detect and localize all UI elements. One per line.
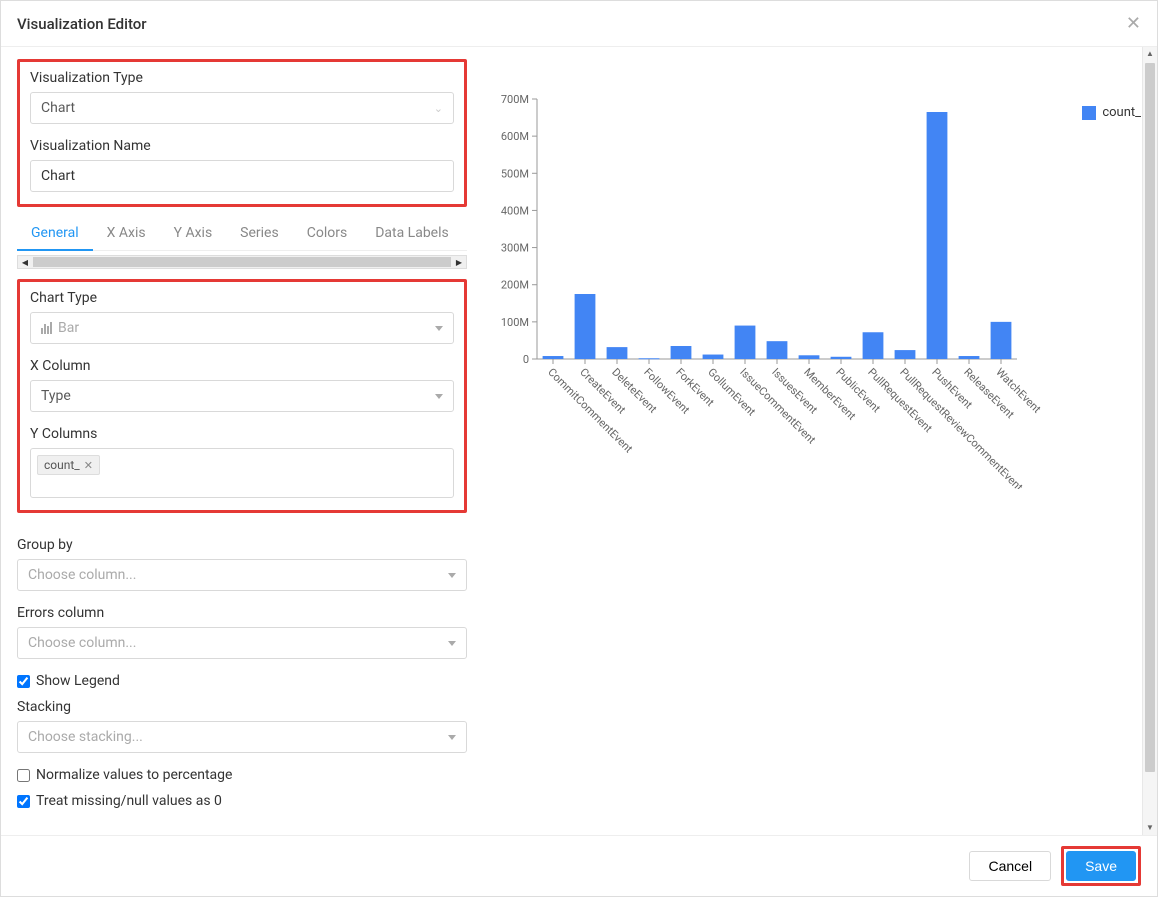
tab-colors[interactable]: Colors xyxy=(293,217,361,250)
group-by-placeholder: Choose column... xyxy=(28,567,136,583)
treat-missing-checkbox[interactable] xyxy=(17,795,30,808)
show-legend-label: Show Legend xyxy=(36,673,120,689)
errors-column-placeholder: Choose column... xyxy=(28,635,136,651)
treat-missing-label: Treat missing/null values as 0 xyxy=(36,793,222,809)
viz-name-value: Chart xyxy=(41,168,75,184)
chevron-down-icon xyxy=(435,394,443,399)
stacking-placeholder: Choose stacking... xyxy=(28,729,143,745)
svg-text:200M: 200M xyxy=(501,279,529,292)
legend-label: count_ xyxy=(1102,105,1141,120)
viz-name-input[interactable]: Chart xyxy=(30,160,454,192)
scroll-thumb[interactable] xyxy=(33,257,451,267)
modal-title: Visualization Editor xyxy=(17,15,147,33)
stacking-select[interactable]: Choose stacking... xyxy=(17,721,467,753)
tab-y-axis[interactable]: Y Axis xyxy=(160,217,227,250)
svg-text:0: 0 xyxy=(523,353,529,366)
svg-text:300M: 300M xyxy=(501,242,529,255)
viz-name-label: Visualization Name xyxy=(30,138,454,154)
tab-x-axis[interactable]: X Axis xyxy=(93,217,160,250)
chart-config-highlight: Chart Type Bar X Column xyxy=(17,279,467,513)
y-column-tag-label: count_ xyxy=(44,458,80,472)
errors-column-select[interactable]: Choose column... xyxy=(17,627,467,659)
chevron-down-icon xyxy=(448,735,456,740)
tag-remove-icon[interactable]: ✕ xyxy=(84,459,93,472)
y-column-tag: count_ ✕ xyxy=(37,455,100,475)
chart-type-label: Chart Type xyxy=(30,290,454,306)
y-columns-field: Y Columns count_ ✕ xyxy=(30,426,454,498)
tabs: General X Axis Y Axis Series Colors Data… xyxy=(17,217,467,251)
bar-chart-icon xyxy=(41,322,52,334)
y-columns-input[interactable]: count_ ✕ xyxy=(30,448,454,498)
viz-name-field: Visualization Name Chart xyxy=(30,138,454,192)
viz-type-field: Visualization Type Chart ⌄ xyxy=(30,70,454,124)
modal-footer: Cancel Save xyxy=(1,835,1157,896)
normalize-checkbox[interactable] xyxy=(17,769,30,782)
viz-type-select[interactable]: Chart ⌄ xyxy=(30,92,454,124)
x-column-value: Type xyxy=(41,388,71,404)
chevron-down-icon: ⌄ xyxy=(434,102,443,115)
close-icon[interactable]: ✕ xyxy=(1126,13,1141,34)
svg-text:600M: 600M xyxy=(501,130,529,143)
left-pane: Visualization Type Chart ⌄ Visualization… xyxy=(17,59,467,815)
svg-text:500M: 500M xyxy=(501,167,529,180)
save-button[interactable]: Save xyxy=(1066,851,1136,881)
tabs-scrollbar[interactable]: ◀ ▶ xyxy=(17,255,467,269)
chart-legend: count_ xyxy=(1074,89,1141,120)
y-columns-label: Y Columns xyxy=(30,426,454,442)
normalize-row: Normalize values to percentage xyxy=(17,767,467,783)
group-by-label: Group by xyxy=(17,537,467,553)
group-by-select[interactable]: Choose column... xyxy=(17,559,467,591)
errors-column-label: Errors column xyxy=(17,605,467,621)
legend-swatch xyxy=(1082,106,1096,120)
x-column-select[interactable]: Type xyxy=(30,380,454,412)
scrollbar-thumb[interactable] xyxy=(1145,63,1155,772)
chart-type-value: Bar xyxy=(58,320,79,336)
chart-type-select[interactable]: Bar xyxy=(30,312,454,344)
show-legend-row: Show Legend xyxy=(17,673,467,689)
visualization-editor-modal: Visualization Editor ✕ Visualization Typ… xyxy=(0,0,1158,897)
cancel-button[interactable]: Cancel xyxy=(969,851,1051,881)
normalize-label: Normalize values to percentage xyxy=(36,767,232,783)
chevron-down-icon xyxy=(448,573,456,578)
svg-text:700M: 700M xyxy=(501,93,529,106)
viz-basics-highlight: Visualization Type Chart ⌄ Visualization… xyxy=(17,59,467,207)
chart-type-field: Chart Type Bar xyxy=(30,290,454,344)
scroll-right-icon[interactable]: ▶ xyxy=(452,256,466,268)
scroll-up-icon[interactable]: ▲ xyxy=(1143,47,1157,61)
modal-body: Visualization Type Chart ⌄ Visualization… xyxy=(1,47,1157,835)
x-column-field: X Column Type xyxy=(30,358,454,412)
svg-text:100M: 100M xyxy=(501,316,529,329)
errors-column-field: Errors column Choose column... xyxy=(17,605,467,659)
scroll-down-icon[interactable]: ▼ xyxy=(1143,821,1157,835)
stacking-label: Stacking xyxy=(17,699,467,715)
viz-type-value: Chart xyxy=(41,100,75,116)
save-highlight: Save xyxy=(1061,846,1141,886)
chart-preview-pane: 0100M200M300M400M500M600M700MCommitComme… xyxy=(487,59,1141,815)
scroll-area: Visualization Type Chart ⌄ Visualization… xyxy=(1,47,1157,835)
chevron-down-icon xyxy=(435,326,443,331)
vertical-scrollbar[interactable]: ▲ ▼ xyxy=(1142,47,1157,835)
treat-missing-row: Treat missing/null values as 0 xyxy=(17,793,467,809)
modal-header: Visualization Editor ✕ xyxy=(1,1,1157,47)
group-by-field: Group by Choose column... xyxy=(17,537,467,591)
tab-data-labels[interactable]: Data Labels xyxy=(361,217,463,250)
chart-wrap: 0100M200M300M400M500M600M700MCommitComme… xyxy=(487,89,1141,489)
tab-series[interactable]: Series xyxy=(226,217,293,250)
tab-general[interactable]: General xyxy=(17,217,93,251)
show-legend-checkbox[interactable] xyxy=(17,675,30,688)
svg-text:400M: 400M xyxy=(501,204,529,217)
scroll-left-icon[interactable]: ◀ xyxy=(18,256,32,268)
stacking-field: Stacking Choose stacking... xyxy=(17,699,467,753)
chevron-down-icon xyxy=(448,641,456,646)
x-column-label: X Column xyxy=(30,358,454,374)
viz-type-label: Visualization Type xyxy=(30,70,454,86)
chart-svg: 0100M200M300M400M500M600M700MCommitComme… xyxy=(487,89,1074,489)
